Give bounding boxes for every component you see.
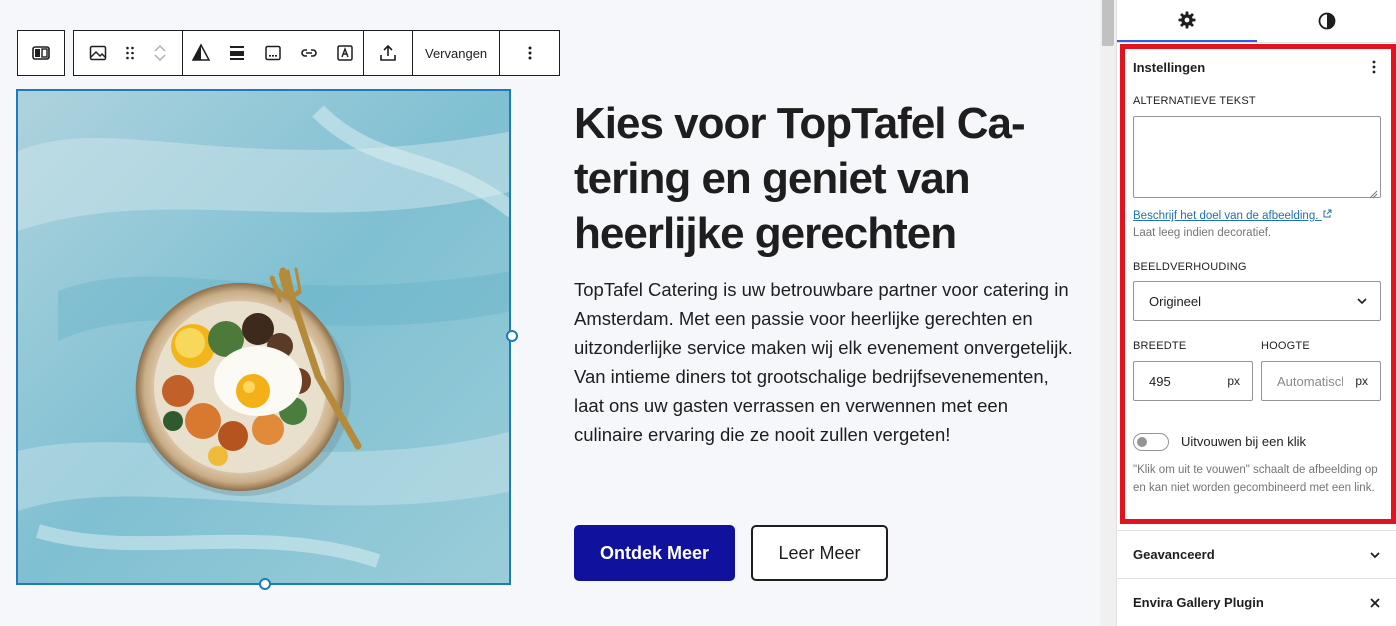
chevron-down-icon (1357, 298, 1367, 305)
advanced-section[interactable]: Geavanceerd (1117, 530, 1396, 578)
move-buttons (138, 31, 182, 75)
width-label: BREEDTE (1133, 340, 1187, 352)
alt-text-label: ALTERNATIEVE TEKST (1133, 95, 1256, 107)
external-link-icon (1323, 209, 1332, 218)
tabs-divider (1117, 42, 1396, 43)
contrast-icon (1318, 12, 1336, 30)
replace-button[interactable]: Vervangen (413, 31, 499, 75)
aspect-ratio-value: Origineel (1149, 293, 1202, 309)
image-icon (89, 45, 107, 61)
height-unit: px (1355, 374, 1368, 388)
vertical-ellipsis-icon (1372, 60, 1376, 74)
expand-on-click-toggle[interactable] (1133, 433, 1169, 451)
chevron-up-icon[interactable] (153, 43, 167, 53)
toggle-label: Uitvouwen bij een klik (1181, 434, 1307, 449)
align-button[interactable] (219, 31, 255, 75)
editor-canvas: Vervangen Kies voor TopTafel Ca-tering e… (0, 0, 1100, 626)
envira-gallery-section[interactable]: Envira Gallery Plugin (1117, 578, 1396, 626)
advanced-label: Geavanceerd (1133, 547, 1215, 562)
duotone-icon (191, 43, 211, 61)
block-toolbar: Vervangen (73, 30, 560, 76)
upload-icon (380, 44, 396, 61)
width-input[interactable]: 495 px (1133, 361, 1253, 401)
scrollbar-thumb[interactable] (1102, 0, 1114, 46)
alt-link-text: Beschrijf het doel van de afbeelding. (1133, 210, 1319, 222)
gear-icon (1178, 11, 1196, 29)
panel-options-button[interactable] (1371, 59, 1377, 80)
link-button[interactable] (291, 31, 327, 75)
resize-handle-bottom[interactable] (259, 578, 271, 590)
columns-icon (32, 46, 50, 60)
height-input[interactable]: Automatisch px (1261, 361, 1381, 401)
text-overlay-button[interactable] (327, 31, 363, 75)
caption-button[interactable] (255, 31, 291, 75)
block-toolbar-parent (17, 30, 65, 76)
block-type-button[interactable] (74, 31, 122, 75)
aspect-ratio-label: BEELDVERHOUDING (1133, 261, 1247, 273)
tab-settings[interactable] (1117, 0, 1257, 42)
resize-grip-icon (1368, 186, 1384, 204)
width-value: 495 (1149, 373, 1171, 389)
food-plate-image (18, 91, 509, 583)
panel-title: Instellingen (1133, 60, 1206, 75)
chevron-down-icon (1370, 551, 1380, 558)
height-placeholder: Automatisch (1277, 373, 1343, 389)
more-options-button[interactable] (500, 31, 559, 75)
settings-panel: Instellingen ALTERNATIEVE TEKST Beschrij… (1120, 44, 1396, 524)
alt-help-text: Laat leeg indien decoratief. (1133, 227, 1272, 239)
alt-text-help-link[interactable]: Beschrijf het doel van de afbeelding. (1133, 209, 1332, 222)
alt-text-field[interactable] (1133, 116, 1381, 198)
align-icon (230, 46, 244, 60)
settings-sidebar: Instellingen ALTERNATIEVE TEKST Beschrij… (1116, 0, 1396, 626)
ontdek-meer-button[interactable]: Ontdek Meer (574, 525, 735, 581)
link-icon (301, 49, 317, 57)
resize-handle-right[interactable] (506, 330, 518, 342)
canvas-scrollbar[interactable] (1100, 0, 1116, 626)
text-overlay-icon (337, 45, 353, 61)
upload-button[interactable] (364, 31, 412, 75)
duotone-button[interactable] (183, 31, 219, 75)
plugin-label: Envira Gallery Plugin (1133, 595, 1264, 610)
drag-handle[interactable] (122, 31, 138, 75)
vertical-ellipsis-icon (528, 46, 532, 60)
width-unit: px (1227, 374, 1240, 388)
aspect-ratio-select[interactable]: Origineel (1133, 281, 1381, 321)
heading[interactable]: Kies voor TopTafel Ca-tering en geniet v… (574, 96, 1094, 261)
leer-meer-button[interactable]: Leer Meer (751, 525, 888, 581)
close-icon[interactable] (1369, 597, 1381, 609)
toggle-help-text: "Klik om uit te vouwen" schaalt de afbee… (1133, 464, 1378, 494)
select-parent-button[interactable] (18, 31, 64, 75)
caption-icon (265, 45, 281, 61)
chevron-down-icon[interactable] (153, 53, 167, 63)
tab-styles[interactable] (1257, 0, 1396, 42)
paragraph[interactable]: TopTafel Catering is uw betrouwbare part… (574, 275, 1074, 449)
height-label: HOOGTE (1261, 340, 1310, 352)
drag-icon (126, 46, 134, 60)
image-block[interactable] (16, 89, 511, 585)
toggle-knob (1137, 437, 1147, 447)
